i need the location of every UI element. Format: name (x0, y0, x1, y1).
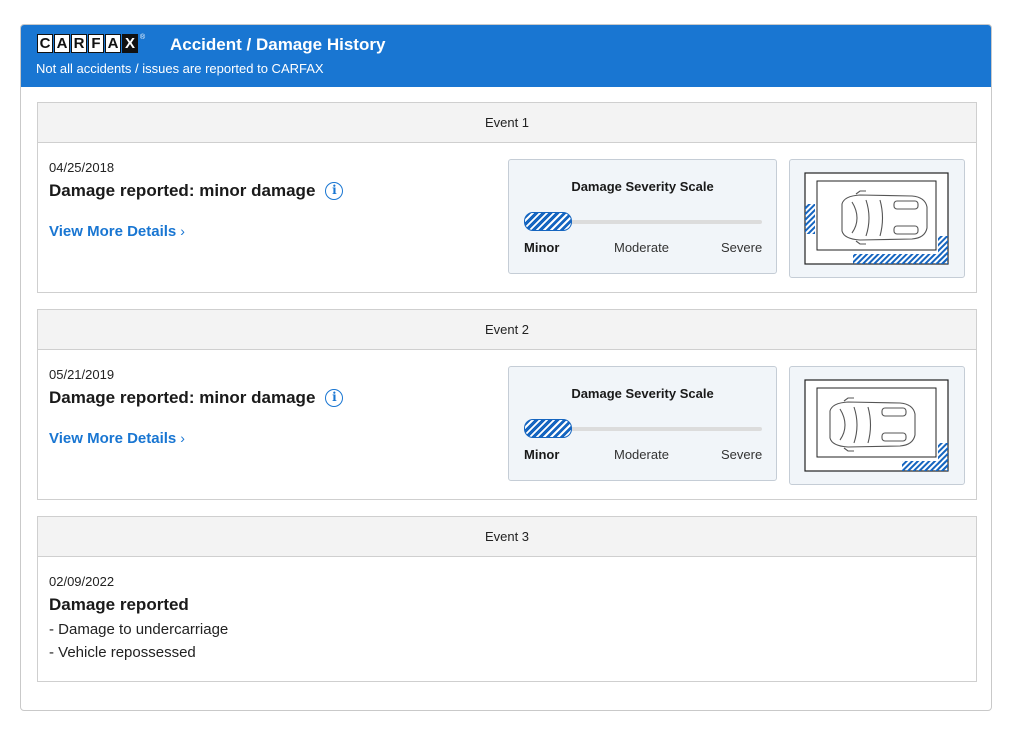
section-title: Accident / Damage History (170, 35, 386, 54)
event-date: 05/21/2019 (49, 367, 115, 382)
severity-indicator-minor (524, 419, 572, 438)
damage-area-left-front (805, 204, 815, 234)
view-more-details-label: View More Details (49, 430, 177, 447)
severity-label-severe: Severe (721, 240, 763, 255)
event-detail-item: - Vehicle repossessed (49, 644, 196, 661)
info-icon[interactable]: i (325, 182, 344, 200)
event-date: 04/25/2018 (49, 160, 115, 175)
event-header: Event 1 (38, 103, 976, 143)
severity-label-minor: Minor (524, 240, 560, 255)
damage-severity-scale: Damage Severity Scale Minor Moderate Sev… (508, 159, 777, 274)
view-more-details-link[interactable]: View More Details › (49, 430, 185, 447)
damage-area-right-rear-side (938, 443, 948, 471)
chevron-right-icon: › (180, 223, 185, 239)
info-icon[interactable]: i (325, 389, 344, 407)
logo-letter: A (54, 34, 70, 53)
logo-letter: R (71, 34, 87, 53)
carfax-logo: C A R F A X ® (37, 34, 145, 53)
chevron-right-icon: › (180, 430, 185, 446)
severity-scale-title: Damage Severity Scale (571, 179, 714, 194)
event-headline: Damage reported: minor damage i (49, 388, 344, 408)
accident-damage-history-card: C A R F A X ® Accident / Damage History … (20, 24, 992, 711)
event-headline-text: Damage reported: minor damage (49, 181, 316, 200)
severity-label-moderate: Moderate (614, 447, 669, 462)
event-detail-item: - Damage to undercarriage (49, 621, 229, 638)
severity-scale-title: Damage Severity Scale (571, 386, 714, 401)
damage-area-right-rear (938, 236, 948, 264)
event-headline-text: Damage reported (49, 595, 189, 614)
logo-letter: X (122, 34, 138, 53)
logo-letter: C (37, 34, 53, 53)
event-card-1: Event 1 04/25/2018 Damage reported: mino… (37, 102, 977, 293)
severity-indicator-minor (524, 212, 572, 231)
event-card-2: Event 2 05/21/2019 Damage reported: mino… (37, 309, 977, 500)
vehicle-damage-diagram (789, 366, 965, 485)
logo-registered-mark: ® (140, 34, 146, 41)
view-more-details-link[interactable]: View More Details › (49, 223, 185, 240)
section-subtitle: Not all accidents / issues are reported … (36, 61, 324, 76)
severity-label-minor: Minor (524, 447, 560, 462)
event-date: 02/09/2022 (49, 574, 115, 589)
view-more-details-label: View More Details (49, 223, 177, 240)
severity-label-moderate: Moderate (614, 240, 669, 255)
vehicle-damage-diagram (789, 159, 965, 278)
section-header: C A R F A X ® Accident / Damage History … (21, 25, 991, 87)
damage-area-rear (853, 254, 948, 264)
severity-label-severe: Severe (721, 447, 763, 462)
car-top-view-icon (804, 172, 949, 265)
car-top-view-icon (804, 379, 949, 472)
damage-severity-scale: Damage Severity Scale Minor Moderate Sev… (508, 366, 777, 481)
event-headline: Damage reported: minor damage i (49, 181, 344, 201)
event-header: Event 2 (38, 310, 976, 350)
event-header: Event 3 (38, 517, 976, 557)
logo-letter: A (105, 34, 121, 53)
event-headline-text: Damage reported: minor damage (49, 388, 316, 407)
event-card-3: Event 3 02/09/2022 Damage reported - Dam… (37, 516, 977, 682)
event-headline: Damage reported (49, 595, 189, 615)
logo-letter: F (88, 34, 104, 53)
